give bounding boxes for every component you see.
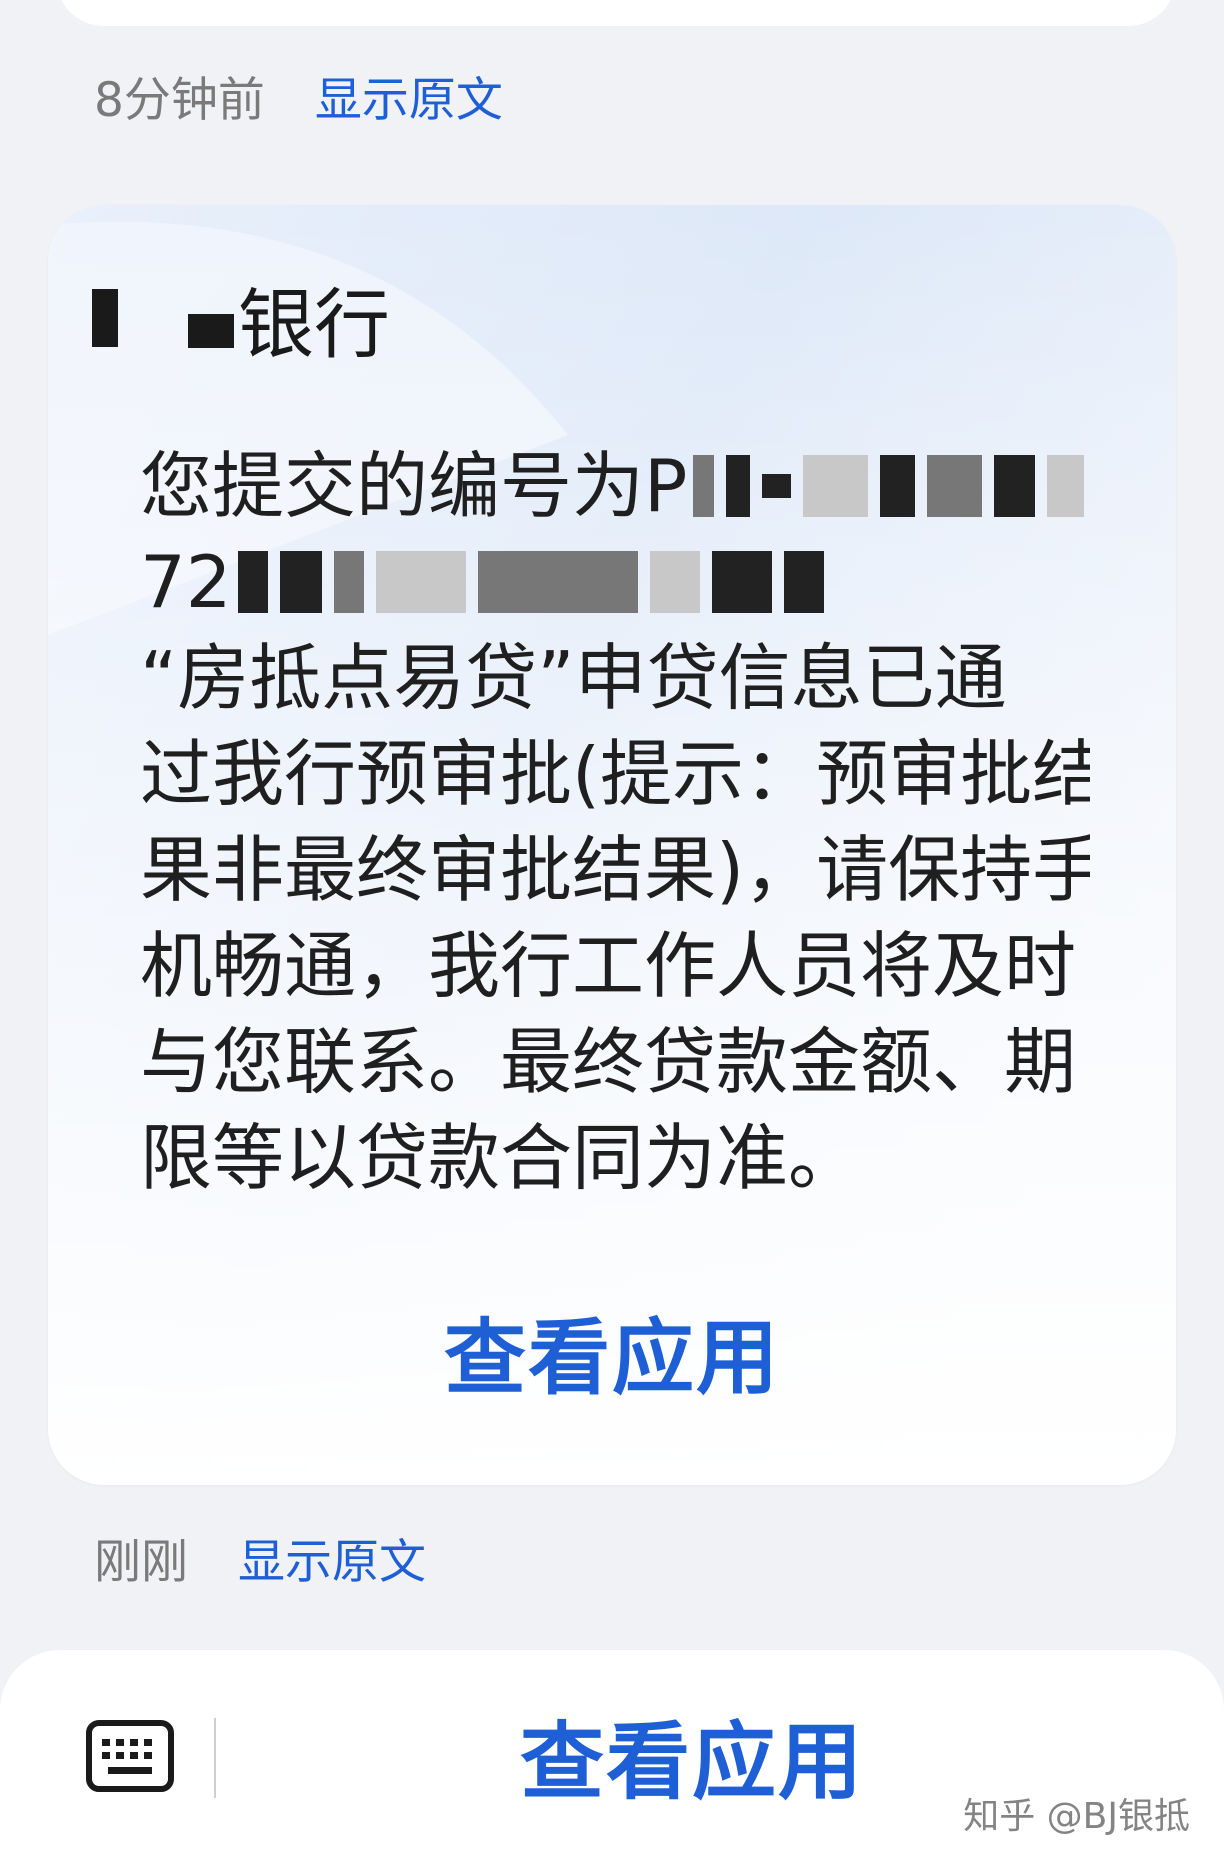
message-body: 您提交的编号为P 72 “房抵点易贷”申贷信息已通 过我行预审批(提示：预审批结… [140, 438, 1090, 1206]
sender-name-suffix: 银行 [238, 280, 390, 369]
redacted-block [803, 455, 868, 517]
latest-message-time: 刚刚 [94, 1534, 188, 1590]
message-line-4: 过我行预审批(提示：预审批结 [140, 732, 1090, 816]
message-line-8: 限等以贷款合同为准。 [140, 1116, 861, 1200]
redacted-block [279, 551, 322, 613]
redacted-block [879, 455, 916, 517]
watermark: 知乎 @BJ银抵 [963, 1796, 1190, 1837]
redacted-block [333, 551, 364, 613]
previous-message-time: 8分钟前 [94, 72, 265, 128]
latest-message-meta: 刚刚 显示原文 [94, 1522, 426, 1592]
bottom-view-app-button[interactable]: 查看应用 [520, 1700, 864, 1811]
message-line-5: 果非最终审批结果)，请保持手 [140, 828, 1090, 912]
redacted-block [761, 474, 792, 498]
redacted-block [649, 551, 700, 613]
sender-name: 银行 [92, 268, 390, 369]
message-line-3: “房抵点易贷”申贷信息已通 [140, 636, 1007, 720]
redacted-block [725, 455, 750, 517]
card-view-app-button[interactable]: 查看应用 [48, 1295, 1176, 1406]
redacted-block [711, 551, 772, 613]
redacted-block [237, 551, 268, 613]
redacted-block [375, 551, 466, 613]
redacted-block [477, 551, 638, 613]
message-line-text: 72 [140, 540, 232, 624]
latest-show-original-link[interactable]: 显示原文 [238, 1523, 426, 1592]
redacted-block [1047, 455, 1084, 517]
message-line-1: 您提交的编号为P [140, 438, 1090, 534]
bottom-action-bar: 查看应用 知乎 @BJ银抵 [0, 1650, 1224, 1865]
keyboard-icon[interactable] [86, 1720, 174, 1792]
message-line-2: 72 [140, 534, 1090, 630]
redacted-block [994, 455, 1036, 517]
redacted-block [693, 455, 714, 517]
redacted-block [927, 455, 983, 517]
redacted-block [188, 314, 234, 348]
redacted-block [92, 289, 118, 347]
message-line-7: 与您联系。最终贷款金额、期 [140, 1020, 1077, 1104]
previous-message-meta: 8分钟前 显示原文 [94, 60, 503, 130]
previous-message-card [56, 0, 1176, 26]
redacted-block [783, 551, 824, 613]
message-line-text: 您提交的编号为P [140, 444, 688, 528]
previous-show-original-link[interactable]: 显示原文 [315, 61, 503, 130]
bottom-bar-divider [214, 1718, 216, 1798]
message-line-6: 机畅通，我行工作人员将及时 [140, 924, 1077, 1008]
